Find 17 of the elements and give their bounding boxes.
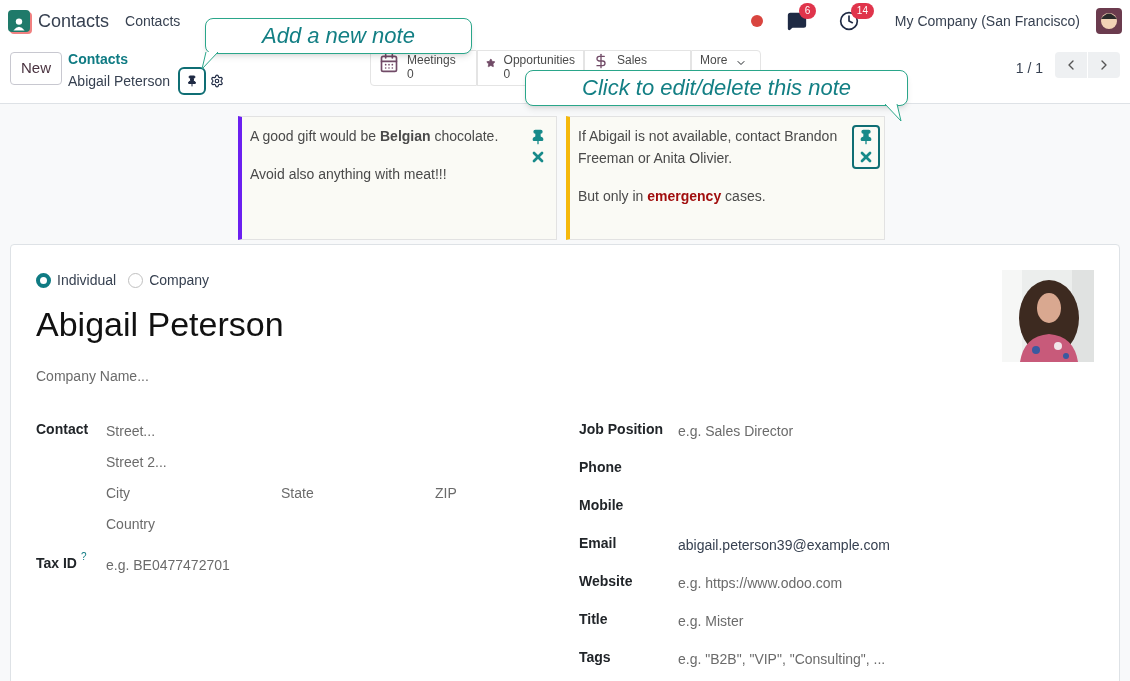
field-label: Website	[579, 572, 634, 591]
chat-badge: 6	[798, 3, 817, 19]
field-label: Contact	[36, 420, 90, 439]
field-label: Mobile	[579, 496, 625, 515]
note-text: Avoid also anything with meat!!!	[250, 165, 448, 184]
field-label: Job Position	[579, 420, 664, 439]
activity-badge: 14	[850, 3, 874, 19]
field-label: Email	[579, 534, 618, 553]
note-text: If Abigail is not available, contact Brandon Freeman or Anita Olivier.	[578, 127, 839, 168]
note-text: A good gift would be Belgian chocolate.	[250, 127, 500, 146]
pager-value: 1 / 1	[1015, 59, 1043, 78]
field-label: Tags	[579, 648, 612, 667]
field-label: Phone	[579, 458, 623, 477]
field-label: Title	[579, 610, 609, 629]
note-text: But only in emergency cases.	[578, 187, 767, 206]
record-name: Abigail Peterson	[68, 73, 170, 89]
field-label: Tax ID	[36, 554, 77, 573]
